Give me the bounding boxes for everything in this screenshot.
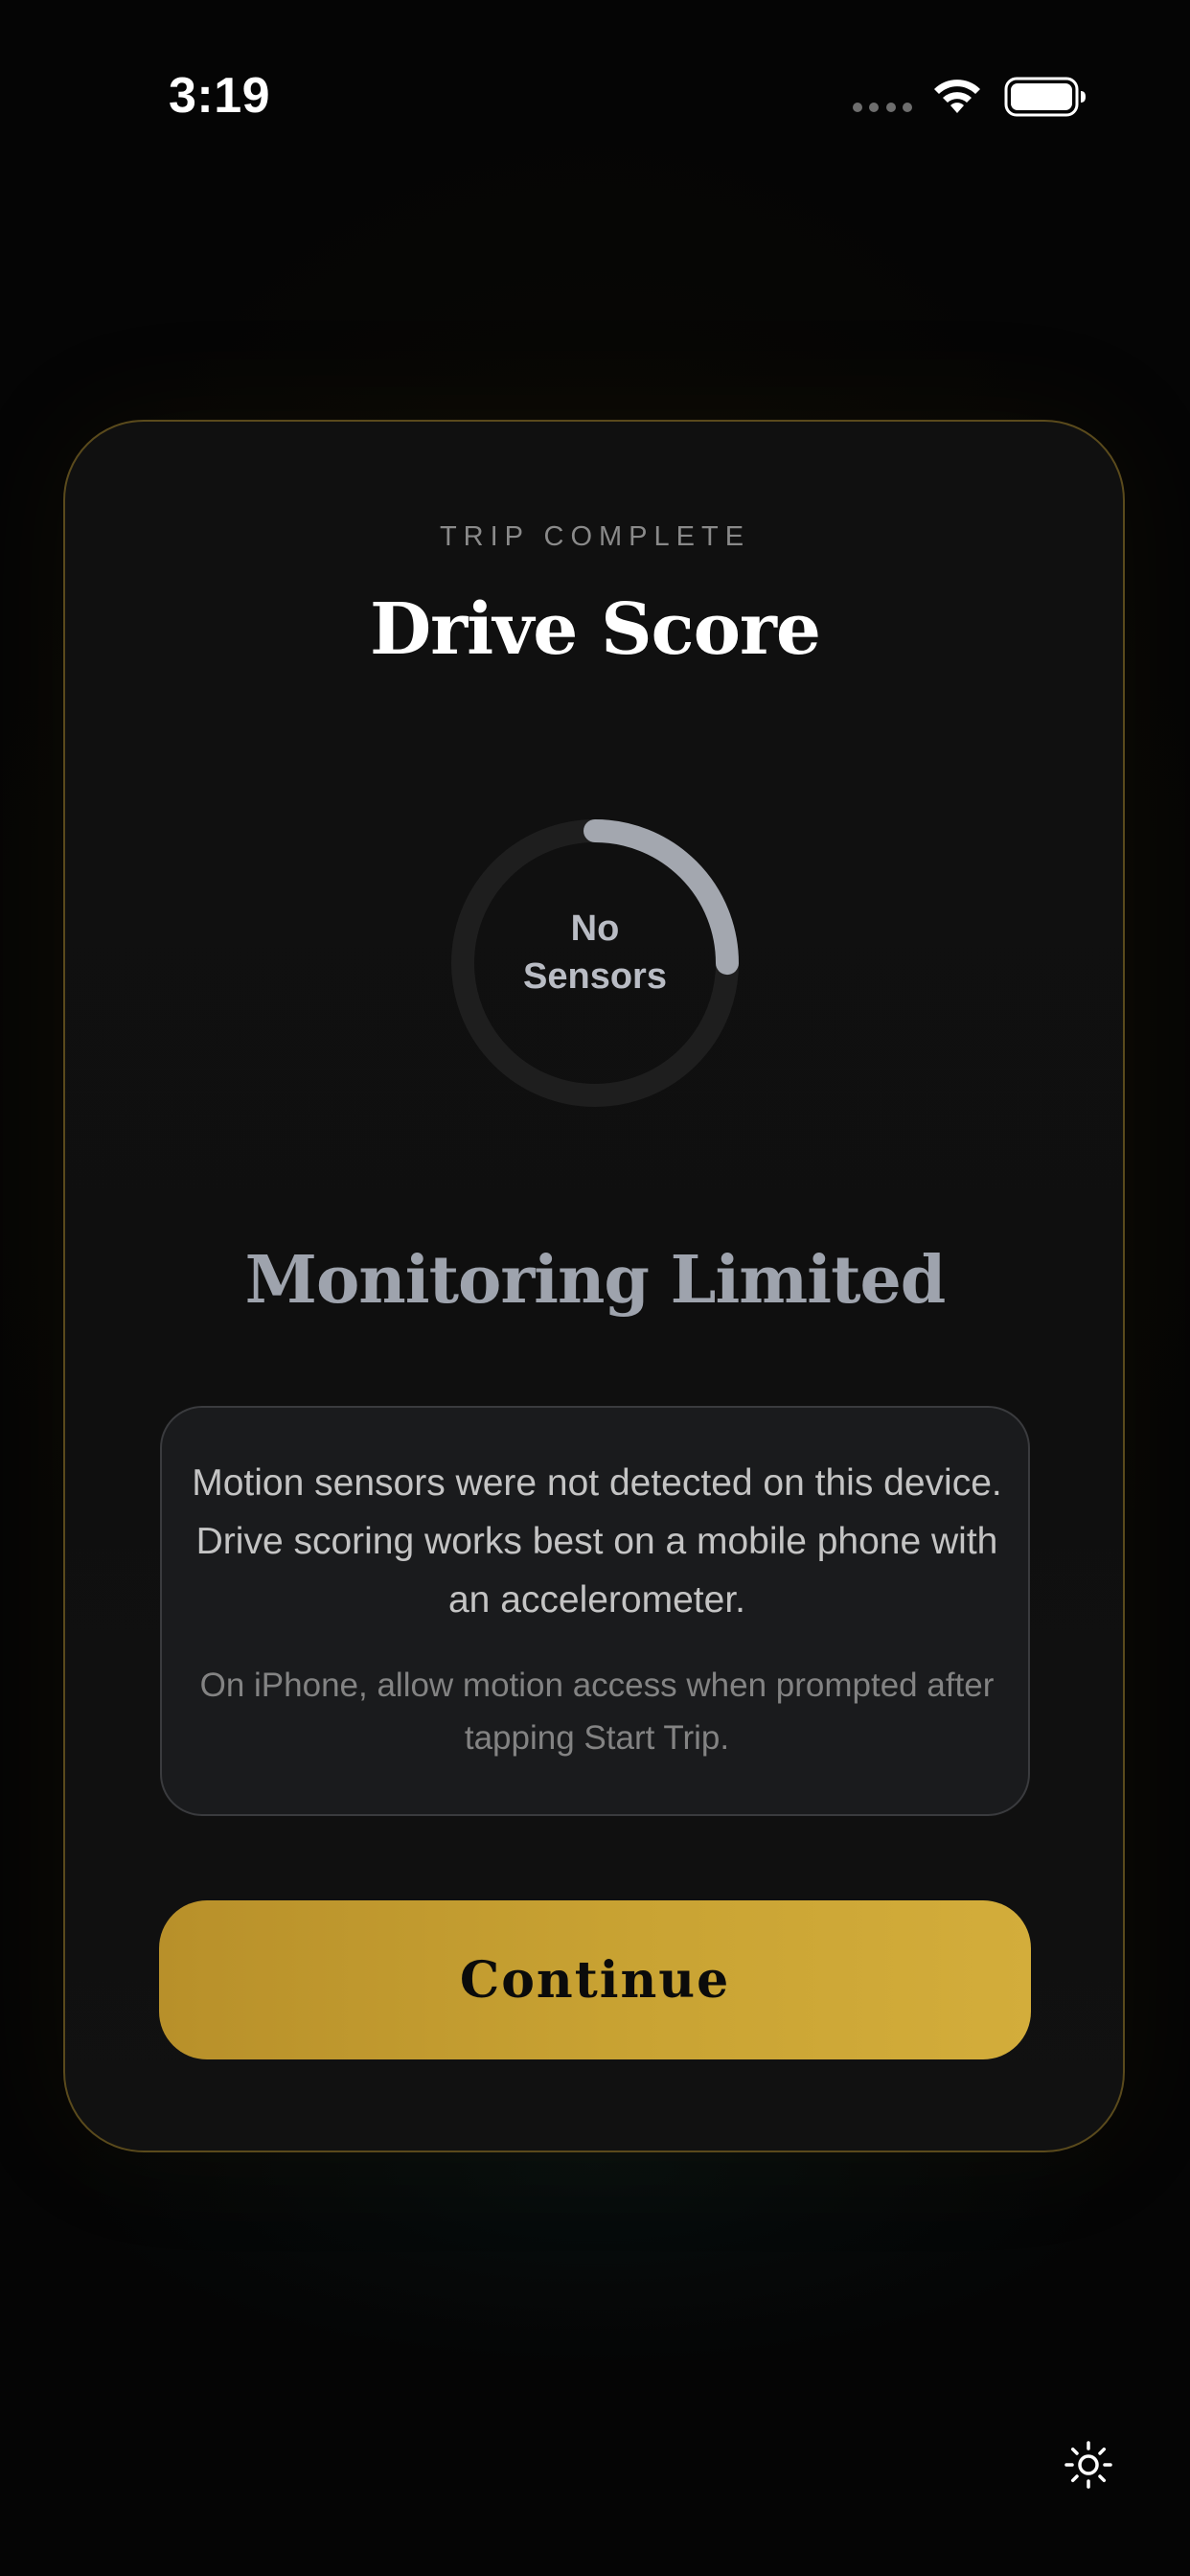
continue-button-label: Continue [459,1950,731,2010]
gauge-label-line1: No [570,908,620,949]
score-gauge: No Sensors [448,816,742,1110]
trip-complete-eyebrow: TRIP COMPLETE [439,521,751,552]
sun-icon[interactable] [1064,2440,1113,2490]
sensor-info-box: Motion sensors were not detected on this… [160,1406,1030,1816]
status-bar-time: 3:19 [169,68,271,124]
battery-icon [1004,77,1086,117]
drive-score-title: Drive Score [369,588,821,671]
continue-button[interactable]: Continue [159,1900,1031,2059]
wifi-icon [934,80,980,113]
signal-dots-icon [853,102,912,113]
gauge-label-line2: Sensors [523,956,667,997]
gauge-label: No Sensors [448,905,742,1000]
info-secondary-text: On iPhone, allow motion access when prom… [199,1667,995,1757]
info-primary-text: Motion sensors were not detected on this… [192,1462,1002,1621]
monitoring-status-heading: Monitoring Limited [244,1242,947,1319]
